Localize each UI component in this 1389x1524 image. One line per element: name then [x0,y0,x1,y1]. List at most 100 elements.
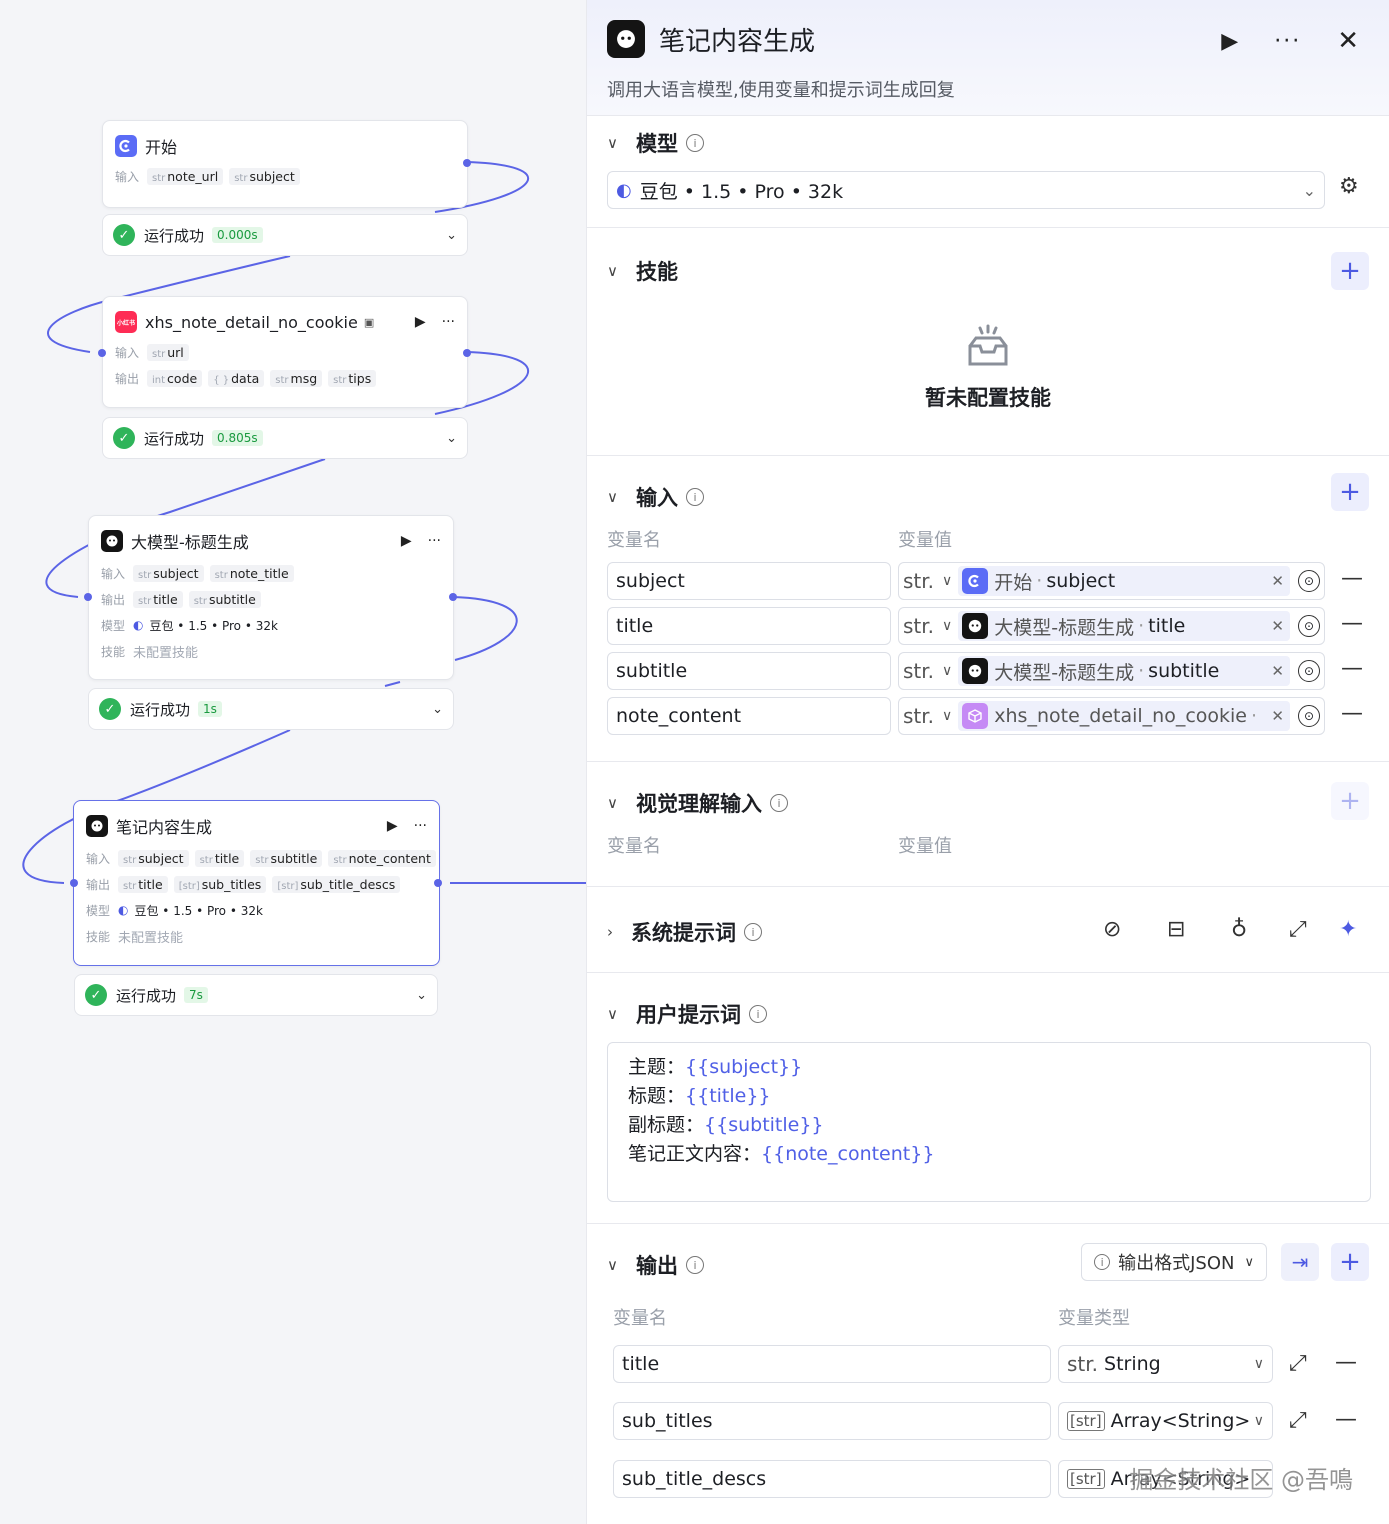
remove-row-button[interactable]: — [1341,701,1363,726]
variable-picker-icon[interactable]: ⊙ [1298,705,1320,727]
compass-icon[interactable]: ⊘ [1103,917,1121,942]
variable-reference[interactable]: 大模型-标题生成 · subtitle ✕ [958,656,1290,686]
type-select[interactable]: str. [903,659,934,683]
output-format-button[interactable]: i 输出格式JSON ∨ [1081,1243,1267,1281]
remove-row-button[interactable]: — [1341,611,1363,636]
chevron-down-icon[interactable]: ⌄ [446,431,457,446]
node-start[interactable]: 开始 输入 str note_url str subject [102,120,468,208]
node-xhs[interactable]: 小红书 xhs_note_detail_no_cookie ▣ ▶ ··· 输入… [102,296,468,408]
chevron-down-icon[interactable]: ∨ [607,134,618,152]
output-port[interactable] [463,349,471,357]
var-name-input[interactable]: subject [607,562,891,600]
chevron-down-icon[interactable]: ∨ [607,262,618,280]
output-name-input[interactable]: title [613,1345,1051,1383]
output-port[interactable] [449,593,457,601]
import-output-button[interactable]: ⇥ [1281,1243,1319,1281]
node-title-gen[interactable]: 大模型-标题生成 ▶ ··· 输入 str subject str note_tit… [88,515,454,680]
info-icon[interactable]: i [744,923,762,941]
model-select[interactable]: ◐ 豆包 • 1.5 • Pro • 32k ⌄ [607,171,1325,209]
remove-row-button[interactable]: — [1335,1407,1357,1432]
variable-reference[interactable]: 开始 · subject ✕ [958,566,1290,596]
run-status-bar[interactable]: ✓ 运行成功 0.000s ⌄ [102,214,468,256]
type-select[interactable]: str. [903,704,934,728]
info-icon[interactable]: i [685,134,704,152]
more-icon[interactable]: ··· [428,533,441,549]
remove-row-button[interactable]: — [1341,656,1363,681]
output-type-select[interactable]: [str] Array<String> ∨ [1058,1402,1273,1440]
output-port[interactable] [463,159,471,167]
info-icon[interactable]: i [685,488,704,506]
var-name-input[interactable]: title [607,607,891,645]
expand-icon[interactable]: ⤢ [1289,1351,1307,1376]
info-icon[interactable]: i [769,794,788,812]
output-type-select[interactable]: str. String ∨ [1058,1345,1273,1383]
more-icon[interactable]: ··· [442,314,455,330]
var-value-field[interactable]: str. ∨ xhs_note_detail_no_cookie · ✕ ⊙ [898,697,1325,735]
remove-row-button[interactable]: — [1335,1350,1357,1375]
chevron-down-icon[interactable]: ⌄ [446,228,457,243]
close-icon[interactable]: ✕ [1265,617,1284,635]
input-port[interactable] [70,879,78,887]
play-icon[interactable]: ▶ [1221,29,1238,54]
var-name-input[interactable]: note_content [607,697,891,735]
play-icon[interactable]: ▶ [387,818,398,834]
variable-reference[interactable]: xhs_note_detail_no_cookie · ✕ [958,701,1290,731]
variable-picker-icon[interactable]: ⊙ [1298,570,1320,592]
bulb-icon[interactable]: ♁ [1231,917,1247,942]
chevron-down-icon[interactable]: ∨ [942,573,952,589]
run-status-bar[interactable]: ✓ 运行成功 7s ⌄ [74,974,438,1016]
more-icon[interactable]: ··· [414,818,427,834]
chevron-down-icon[interactable]: ∨ [607,488,618,506]
add-input-button[interactable]: + [1331,473,1369,511]
output-name-input[interactable]: sub_titles [613,1402,1051,1440]
more-icon[interactable]: ··· [1274,29,1301,54]
input-port[interactable] [98,349,106,357]
variable-picker-icon[interactable]: ⊙ [1298,615,1320,637]
variable-picker-icon[interactable]: ⊙ [1298,660,1320,682]
run-status-bar[interactable]: ✓ 运行成功 1s ⌄ [88,688,454,730]
info-icon[interactable]: i [748,1005,767,1023]
chevron-right-icon[interactable]: › [607,923,613,941]
output-name-input[interactable]: sub_title_descs [613,1460,1051,1498]
var-name-input[interactable]: subtitle [607,652,891,690]
chevron-down-icon[interactable]: ⌄ [416,988,427,1003]
llm-node-icon [962,658,989,684]
var-value-field[interactable]: str. ∨ 大模型-标题生成 · subtitle ✕ ⊙ [898,652,1325,690]
play-icon[interactable]: ▶ [401,533,412,549]
play-icon[interactable]: ▶ [415,314,426,330]
close-icon[interactable]: ✕ [1265,572,1284,590]
library-icon[interactable]: ⊟ [1167,917,1185,942]
add-output-button[interactable]: + [1331,1243,1369,1281]
add-vision-input-button[interactable]: + [1331,782,1369,820]
chevron-down-icon[interactable]: ∨ [607,1256,618,1274]
chevron-down-icon[interactable]: ∨ [942,618,952,634]
add-skill-button[interactable]: + [1331,252,1369,290]
close-icon[interactable]: ✕ [1265,707,1284,725]
close-icon[interactable]: ✕ [1337,26,1359,56]
chevron-down-icon[interactable]: ∨ [607,794,618,812]
output-port[interactable] [434,879,442,887]
close-icon[interactable]: ✕ [1265,662,1284,680]
expand-icon[interactable]: ⤢ [1289,917,1307,942]
sparkle-icon[interactable]: ✦ [1339,917,1357,942]
var-value-field[interactable]: str. ∨ 开始 · subject ✕ ⊙ [898,562,1325,600]
settings-icon[interactable]: ⚙ [1339,174,1359,199]
chevron-down-icon[interactable]: ∨ [942,663,952,679]
workflow-canvas[interactable]: 开始 输入 str note_url str subject ✓ 运行成功 0.00… [0,0,586,1524]
variable-reference[interactable]: 大模型-标题生成 · title ✕ [958,611,1290,641]
chevron-down-icon[interactable]: ⌄ [432,702,443,717]
input-port[interactable] [84,593,92,601]
info-icon[interactable]: i [685,1256,704,1274]
type-select[interactable]: str. [903,614,934,638]
panel-description[interactable]: 调用大语言模型,使用变量和提示词生成回复 [607,76,955,102]
remove-row-button[interactable]: — [1341,566,1363,591]
user-prompt-editor[interactable]: 主题：{{subject}} 标题：{{title}} 副标题：{{subtit… [607,1042,1371,1202]
panel-title[interactable]: 笔记内容生成 [659,21,815,58]
run-status-bar[interactable]: ✓ 运行成功 0.805s ⌄ [102,417,468,459]
chevron-down-icon[interactable]: ∨ [942,708,952,724]
chevron-down-icon[interactable]: ∨ [607,1005,618,1023]
var-value-field[interactable]: str. ∨ 大模型-标题生成 · title ✕ ⊙ [898,607,1325,645]
type-select[interactable]: str. [903,569,934,593]
node-content-gen[interactable]: 笔记内容生成 ▶ ··· 输入 str subject str title str s… [73,800,440,966]
expand-icon[interactable]: ⤢ [1289,1408,1307,1433]
